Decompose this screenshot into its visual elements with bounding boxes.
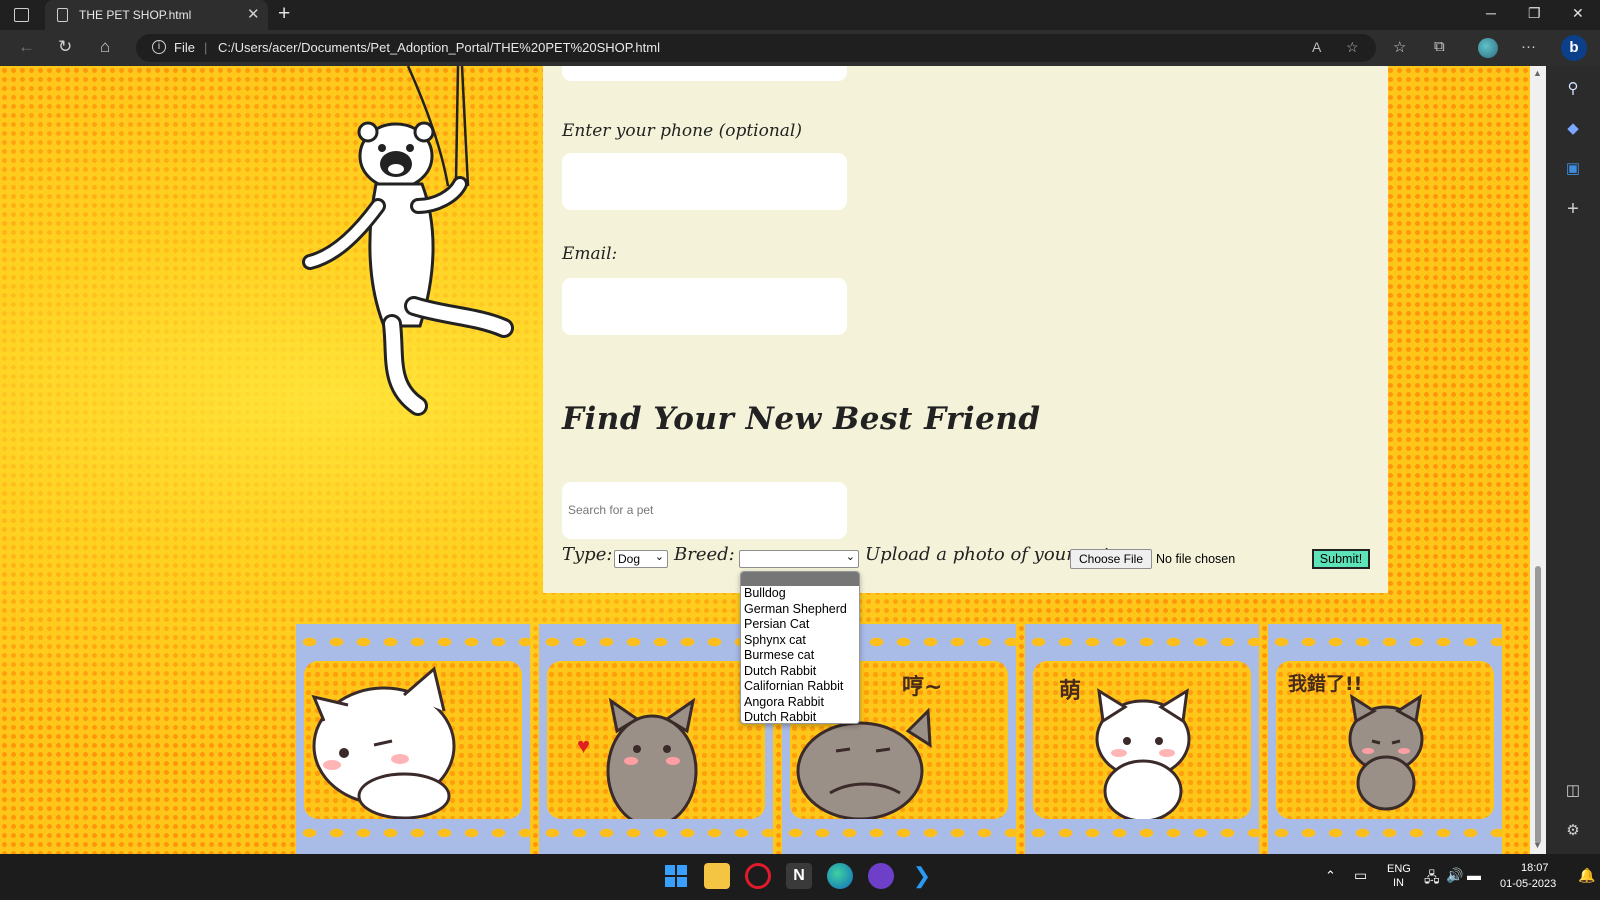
language-top[interactable]: ENG — [1387, 863, 1411, 875]
pet-search-input[interactable]: Search for a pet — [562, 482, 847, 539]
notion-icon[interactable]: N — [786, 863, 812, 889]
white-cat-sticker — [311, 666, 456, 819]
breed-option[interactable]: Sphynx cat — [741, 633, 859, 649]
sticker-frame-5: 我錯了!! — [1268, 624, 1502, 854]
windows-taskbar: N ❯ ⌃ ▭ ENG IN 🖧 🔊 ▬ 18:07 01-05-2023 🔔 — [0, 854, 1600, 900]
address-separator: | — [204, 40, 208, 55]
breed-option[interactable]: Angora Rabbit — [741, 695, 859, 711]
discover-icon[interactable]: ◆ — [1562, 118, 1584, 140]
grey-cat-sorry-sticker — [1348, 693, 1424, 811]
favorites-icon[interactable]: ☆ — [1393, 38, 1406, 56]
add-app-icon[interactable]: + — [1562, 198, 1584, 220]
breed-option[interactable]: Persian Cat — [741, 617, 859, 633]
address-bar[interactable]: i File | C:/Users/acer/Documents/Pet_Ado… — [136, 34, 1376, 62]
find-friend-heading: Find Your New Best Friend — [562, 401, 1041, 437]
battery-icon[interactable]: ▬ — [1467, 867, 1481, 883]
navigation-bar: ← ↻ ⌂ i File | C:/Users/acer/Documents/P… — [0, 30, 1600, 66]
info-icon[interactable]: i — [152, 40, 166, 54]
phone-input[interactable] — [562, 153, 847, 210]
submit-button[interactable]: Submit! — [1312, 549, 1370, 569]
touchpad-icon[interactable]: ▭ — [1354, 867, 1367, 884]
opera-icon[interactable] — [745, 863, 771, 889]
sticker-frame-4: 萌 — [1025, 624, 1259, 854]
type-label: Type: — [562, 544, 613, 565]
edge-sidebar: ⚲ ◆ ▣ + ◫ ⚙ — [1546, 66, 1600, 854]
profile-avatar[interactable] — [1478, 38, 1498, 58]
breed-dropdown-list[interactable]: Bulldog German Shepherd Persian Cat Sphy… — [740, 571, 860, 724]
bing-chat-icon[interactable]: b — [1561, 35, 1587, 61]
start-icon[interactable] — [663, 863, 689, 889]
no-file-status: No file chosen — [1156, 552, 1236, 566]
tab-actions-icon[interactable] — [14, 8, 29, 22]
page-scrollbar[interactable]: ▲ ▼ — [1530, 66, 1546, 854]
page-viewport: Enter your phone (optional) Email: Find … — [0, 66, 1530, 854]
edge-icon[interactable] — [827, 863, 853, 889]
chevron-down-icon: ⌄ — [845, 551, 855, 563]
new-tab-icon[interactable]: + — [278, 2, 290, 26]
sticker-film-strip: ♥ 哼~ 萌 我錯了!! — [296, 624, 1502, 854]
read-aloud-icon[interactable]: A — [1312, 39, 1321, 55]
vscode-icon[interactable]: ❯ — [909, 863, 935, 889]
search-icon[interactable]: ⚲ — [1562, 78, 1584, 100]
hide-sidebar-icon[interactable]: ◫ — [1562, 780, 1584, 802]
grey-cat-heart-sticker: ♥ — [577, 697, 698, 819]
choose-file-button[interactable]: Choose File — [1070, 549, 1152, 569]
more-menu-icon[interactable]: ··· — [1521, 38, 1536, 55]
collections-icon[interactable]: ⧉ — [1434, 38, 1445, 55]
email-label: Email: — [562, 244, 618, 264]
tab-title: THE PET SHOP.html — [79, 8, 192, 22]
address-scheme: File — [174, 40, 195, 55]
clock-time[interactable]: 18:07 — [1521, 862, 1549, 874]
outlook-icon[interactable]: ▣ — [1562, 158, 1584, 180]
scroll-up-icon[interactable]: ▲ — [1533, 68, 1542, 78]
sticker-frame-1 — [296, 624, 530, 854]
scroll-down-icon[interactable]: ▼ — [1533, 840, 1542, 850]
back-icon[interactable]: ← — [18, 37, 35, 57]
breed-option[interactable]: Bulldog — [741, 586, 859, 602]
close-tab-icon[interactable]: ✕ — [247, 5, 260, 23]
type-select-value: Dog — [618, 552, 641, 566]
breed-option[interactable]: German Shepherd — [741, 602, 859, 618]
address-url[interactable]: C:/Users/acer/Documents/Pet_Adoption_Por… — [218, 40, 660, 55]
language-bottom[interactable]: IN — [1393, 877, 1404, 889]
breed-select[interactable]: ⌄ — [739, 550, 859, 568]
scrollbar-thumb[interactable] — [1535, 566, 1541, 844]
add-favorite-icon[interactable]: ☆ — [1346, 39, 1359, 56]
hanging-bear-illustration — [302, 66, 514, 416]
clock-date[interactable]: 01-05-2023 — [1500, 878, 1556, 890]
settings-gear-icon[interactable]: ⚙ — [1562, 820, 1584, 842]
chevron-down-icon: ⌄ — [654, 551, 664, 563]
network-icon[interactable]: 🖧 — [1424, 867, 1440, 891]
breed-option[interactable]: Dutch Rabbit — [741, 664, 859, 680]
svg-text:♥: ♥ — [577, 733, 590, 758]
refresh-icon[interactable]: ↻ — [58, 37, 72, 57]
home-icon[interactable]: ⌂ — [100, 37, 110, 57]
breed-option[interactable]: Californian Rabbit — [741, 679, 859, 695]
type-select[interactable]: Dog ⌄ — [614, 550, 668, 568]
page-icon — [57, 8, 68, 22]
file-explorer-icon[interactable] — [704, 863, 730, 889]
breed-label: Breed: — [674, 544, 735, 565]
volume-icon[interactable]: 🔊 — [1446, 867, 1463, 884]
phone-label: Enter your phone (optional) — [562, 121, 802, 141]
github-desktop-icon[interactable] — [868, 863, 894, 889]
breed-option[interactable]: Burmese cat — [741, 648, 859, 664]
tray-overflow-icon[interactable]: ⌃ — [1325, 868, 1336, 884]
breed-option[interactable]: Dutch Rabbit — [741, 710, 859, 723]
white-cat-shy-sticker — [1095, 688, 1191, 819]
name-input[interactable] — [562, 66, 847, 81]
notifications-icon[interactable]: 🔔 — [1578, 867, 1595, 884]
minimize-icon[interactable]: ─ — [1486, 5, 1496, 21]
sticker-frame-2: ♥ — [539, 624, 773, 854]
active-tab[interactable]: THE PET SHOP.html ✕ — [45, 0, 268, 30]
close-window-icon[interactable]: ✕ — [1572, 5, 1584, 22]
restore-icon[interactable]: ❐ — [1528, 5, 1541, 22]
adoption-form-panel: Enter your phone (optional) Email: Find … — [543, 66, 1388, 593]
email-input[interactable] — [562, 278, 847, 335]
tab-strip: THE PET SHOP.html ✕ + ─ ❐ ✕ — [0, 0, 1600, 30]
breed-option-blank[interactable] — [741, 572, 859, 586]
